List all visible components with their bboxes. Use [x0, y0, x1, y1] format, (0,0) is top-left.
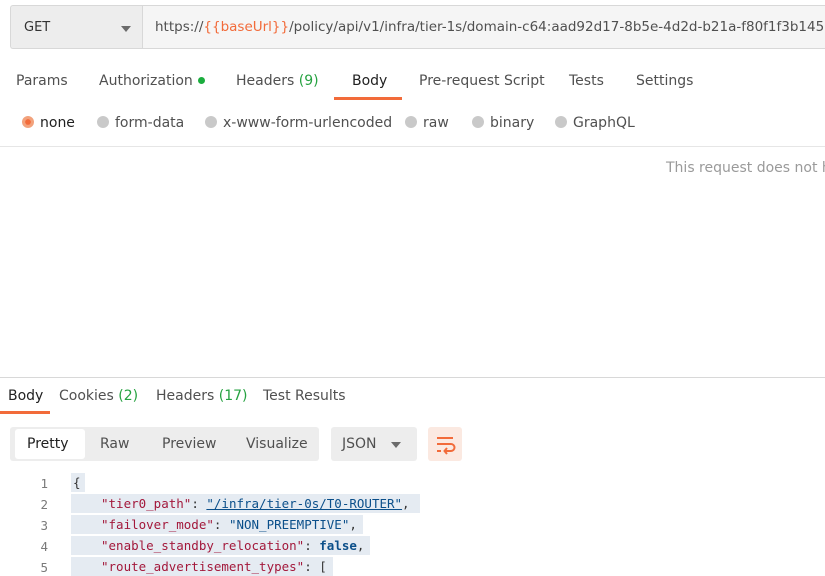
- radio-form-data[interactable]: form-data: [97, 115, 184, 131]
- view-pretty-button[interactable]: Pretty: [27, 436, 69, 452]
- empty-body-message: This request does not ha: [666, 160, 825, 176]
- radio-icon: [555, 116, 567, 128]
- response-tab-headers[interactable]: Headers (17): [156, 388, 247, 404]
- wrap-lines-button[interactable]: [428, 427, 462, 461]
- line-number: 2: [40, 497, 48, 512]
- format-value: JSON: [342, 436, 377, 452]
- url-input[interactable]: https://{{baseUrl}}/policy/api/v1/infra/…: [142, 5, 825, 49]
- tab-count: (9): [298, 73, 319, 89]
- pane-divider[interactable]: [0, 377, 825, 378]
- chevron-down-icon: [391, 442, 401, 448]
- tab-label: Headers: [156, 388, 215, 404]
- url-prefix: https://: [155, 19, 204, 35]
- tab-params[interactable]: Params: [16, 73, 68, 89]
- radio-label: none: [40, 115, 75, 131]
- line-number: 4: [40, 539, 48, 554]
- json-key: "failover_mode": [101, 517, 214, 532]
- url-variable: {{baseUrl}}: [203, 19, 290, 35]
- tab-label: Test Results: [263, 388, 346, 404]
- view-visualize-button[interactable]: Visualize: [246, 436, 308, 452]
- json-string-value: "NON_PREEMPTIVE": [228, 517, 350, 532]
- view-raw-button[interactable]: Raw: [100, 436, 129, 452]
- response-tab-cookies[interactable]: Cookies (2): [59, 388, 138, 404]
- line-number: 5: [40, 560, 48, 575]
- tab-label: Params: [16, 73, 68, 89]
- radio-label: binary: [490, 115, 535, 131]
- radio-label: x-www-form-urlencoded: [223, 115, 393, 131]
- radio-label: GraphQL: [573, 115, 635, 131]
- url-text: https://{{baseUrl}}/policy/api/v1/infra/…: [155, 19, 825, 35]
- radio-label: raw: [423, 115, 449, 131]
- radio-x-www-form-urlencoded[interactable]: x-www-form-urlencoded: [205, 115, 392, 131]
- code-line: {: [71, 473, 85, 492]
- radio-icon: [97, 116, 109, 128]
- radio-icon: [405, 116, 417, 128]
- code-line: "tier0_path": "/infra/tier-0s/T0-ROUTER"…: [71, 494, 420, 513]
- json-key: "route_advertisement_types": [101, 559, 305, 574]
- line-number: 3: [40, 518, 48, 533]
- tab-label: Headers: [236, 73, 295, 89]
- tab-pre-request-script[interactable]: Pre-request Script: [419, 73, 545, 89]
- radio-label: form-data: [115, 115, 185, 131]
- divider: [0, 146, 825, 147]
- active-tab-indicator: [334, 97, 402, 100]
- radio-icon: [205, 116, 217, 128]
- line-number: 1: [40, 476, 48, 491]
- code-brace: {: [73, 475, 81, 490]
- tab-body[interactable]: Body: [352, 73, 387, 89]
- tab-headers[interactable]: Headers (9): [236, 73, 319, 89]
- response-tab-test-results[interactable]: Test Results: [263, 388, 346, 404]
- radio-binary[interactable]: binary: [472, 115, 534, 131]
- code-line: "failover_mode": "NON_PREEMPTIVE",: [71, 515, 363, 534]
- tab-label: Pre-request Script: [419, 73, 545, 89]
- radio-selected-icon: [22, 116, 34, 128]
- json-array-open: [: [319, 559, 327, 574]
- tab-label: Body: [8, 388, 44, 404]
- json-key: "enable_standby_relocation": [101, 538, 305, 553]
- tab-label: Settings: [636, 73, 694, 89]
- tab-label: Body: [352, 73, 388, 89]
- status-dot-icon: [197, 76, 205, 84]
- method-value: GET: [24, 20, 51, 35]
- active-response-tab-indicator: [0, 411, 50, 414]
- tab-tests[interactable]: Tests: [569, 73, 604, 89]
- json-boolean-value: false: [319, 538, 357, 553]
- chevron-down-icon: [121, 26, 131, 32]
- tab-label: Authorization: [99, 73, 193, 89]
- method-select[interactable]: GET: [10, 5, 142, 49]
- code-line: "route_advertisement_types": [: [71, 557, 333, 576]
- radio-raw[interactable]: raw: [405, 115, 449, 131]
- json-link-value[interactable]: "/infra/tier-0s/T0-ROUTER": [206, 496, 402, 511]
- json-key: "tier0_path": [101, 496, 192, 511]
- radio-none[interactable]: none: [22, 115, 75, 131]
- radio-icon: [472, 116, 484, 128]
- wrap-lines-icon: [437, 437, 456, 455]
- code-line: "enable_standby_relocation": false,: [71, 536, 371, 555]
- format-select[interactable]: JSON: [331, 427, 417, 461]
- url-path: /policy/api/v1/infra/tier-1s/domain-c64:…: [289, 19, 825, 35]
- radio-graphql[interactable]: GraphQL: [555, 115, 635, 131]
- tab-count: (2): [118, 388, 139, 404]
- tab-count: (17): [218, 388, 248, 404]
- view-preview-button[interactable]: Preview: [162, 436, 217, 452]
- response-tab-body[interactable]: Body: [8, 388, 43, 404]
- tab-label: Tests: [569, 73, 604, 89]
- tab-settings[interactable]: Settings: [636, 73, 693, 89]
- tab-label: Cookies: [59, 388, 114, 404]
- tab-authorization[interactable]: Authorization: [99, 73, 205, 89]
